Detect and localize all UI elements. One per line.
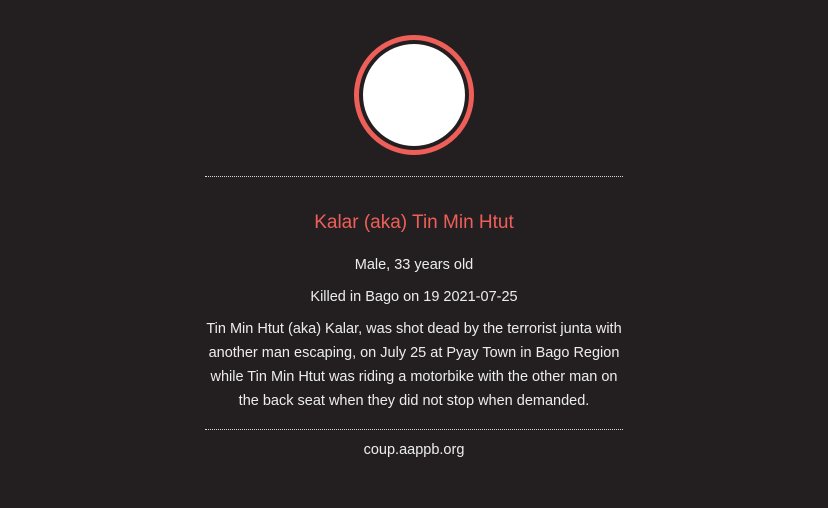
top-divider <box>205 176 623 177</box>
avatar <box>363 44 465 146</box>
victim-name: Kalar (aka) Tin Min Htut <box>314 212 514 233</box>
bottom-divider <box>205 429 623 430</box>
source-link[interactable]: coup.aappb.org <box>195 438 633 462</box>
biography: Tin Min Htut (aka) Kalar, was shot dead … <box>206 321 622 409</box>
death-info: Killed in Bago on 19 2021-07-25 <box>310 289 518 305</box>
demographics: Male, 33 years old <box>354 257 474 273</box>
avatar-frame <box>354 35 474 155</box>
victim-card: Kalar (aka) Tin Min Htut Male, 33 years … <box>0 0 828 508</box>
